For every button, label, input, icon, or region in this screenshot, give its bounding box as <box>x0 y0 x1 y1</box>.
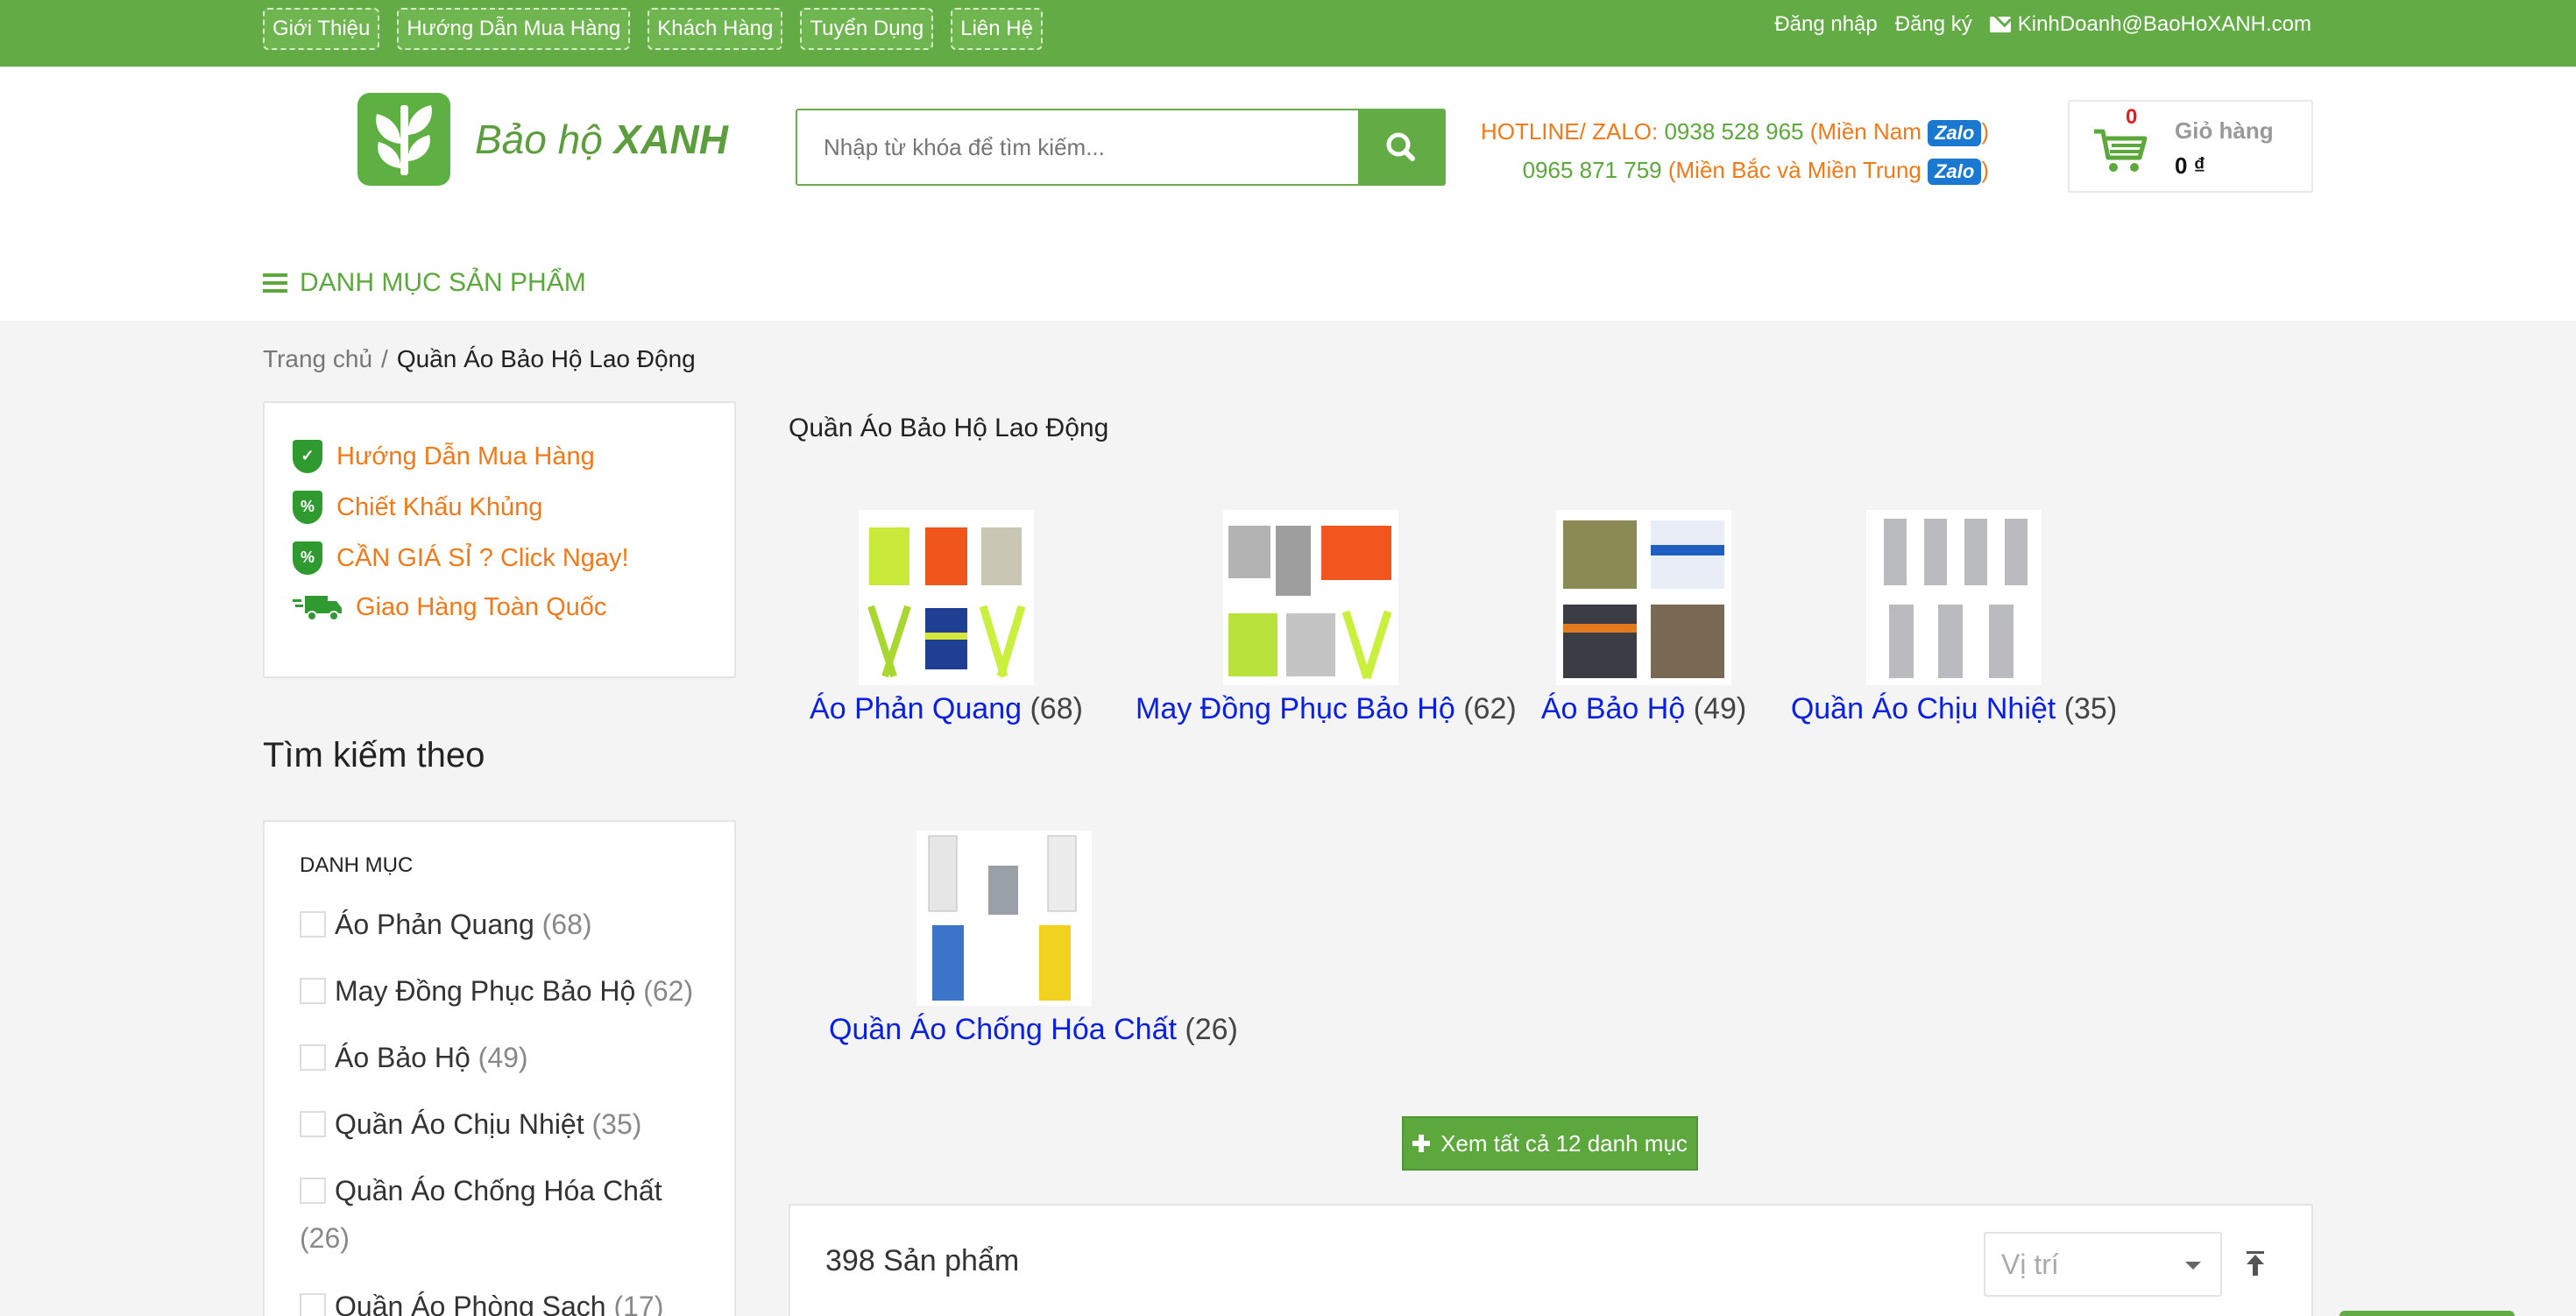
checkbox[interactable] <box>300 1292 326 1316</box>
category-title: Quần Áo Bảo Hộ Lao Động <box>789 414 1109 442</box>
category-link[interactable]: Áo Phản Quang <box>810 692 1022 725</box>
sort-select[interactable]: Vị trí <box>1984 1232 2222 1297</box>
cart-button[interactable]: 0 Giỏ hàng 0 ₫ <box>2068 100 2313 193</box>
breadcrumb-current: Quần Áo Bảo Hộ Lao Động <box>396 345 696 372</box>
checkbox[interactable] <box>300 1044 326 1071</box>
benefits-box: ✓ Hướng Dẫn Mua Hàng % Chiết Khấu Khủng … <box>263 401 736 678</box>
plus-icon <box>1412 1135 1431 1152</box>
login-link[interactable]: Đăng nhập <box>1774 12 1877 37</box>
account-links: Đăng nhập Đăng ký KinhDoanh@BaoHoXANH.co… <box>1774 12 2311 37</box>
filter-heading: DANH MỤC <box>300 853 414 877</box>
toplink-gioi-thieu[interactable]: Giới Thiệu <box>263 8 380 50</box>
toplink-tuyen-dung[interactable]: Tuyển Dụng <box>800 8 934 50</box>
filter-item[interactable]: May Đồng Phục Bảo Hộ (62) <box>300 967 703 1015</box>
sort-direction-arrow-icon[interactable] <box>2245 1251 2266 1276</box>
category-card[interactable]: Áo Bảo Hộ (49) <box>1468 510 1819 726</box>
filter-item[interactable]: Quần Áo Phòng Sạch (17) <box>300 1283 703 1316</box>
zalo-icon: Zalo <box>1928 159 1982 186</box>
breadcrumb-home[interactable]: Trang chủ <box>263 345 372 373</box>
breadcrumb: Trang chủ / Quần Áo Bảo Hộ Lao Động <box>263 345 696 373</box>
shopping-cart-icon <box>2094 129 2148 172</box>
filter-item[interactable]: Quần Áo Chống Hóa Chất (26) <box>300 1167 668 1262</box>
category-link[interactable]: Áo Bảo Hộ <box>1541 692 1685 725</box>
category-card[interactable]: May Đồng Phục Bảo Hộ (62) <box>1136 510 1517 726</box>
toplink-khach-hang[interactable]: Khách Hàng <box>648 8 783 50</box>
cart-label: Giỏ hàng <box>2175 117 2274 144</box>
category-filter-box: DANH MỤC Áo Phản Quang (68) May Đồng Phụ… <box>263 820 736 1316</box>
hotline-block: HOTLINE/ ZALO: 0938 528 965 (Miền Nam Za… <box>1481 112 1989 189</box>
cart-total: 0 ₫ <box>2175 152 2206 179</box>
category-menu-toggle[interactable]: DANH MỤC SẢN PHẨM <box>263 268 586 298</box>
cart-count-badge: 0 <box>2126 105 2138 129</box>
benefit-huong-dan[interactable]: ✓ Hướng Dẫn Mua Hàng <box>293 440 595 473</box>
search-button[interactable] <box>1358 110 1444 184</box>
filter-item[interactable]: Áo Phản Quang (68) <box>300 901 703 948</box>
category-menu-label: DANH MỤC SẢN PHẨM <box>300 268 586 297</box>
top-links: Giới Thiệu Hướng Dẫn Mua Hàng Khách Hàng… <box>263 8 1043 50</box>
toplink-huong-dan[interactable]: Hướng Dẫn Mua Hàng <box>397 8 631 50</box>
email-text: KinhDoanh@BaoHoXANH.com <box>2017 12 2311 36</box>
view-all-categories-button[interactable]: Xem tất cả 12 danh mục <box>1402 1116 1698 1171</box>
zalo-icon: Zalo <box>1928 120 1982 147</box>
shield-check-icon: ✓ <box>293 440 322 473</box>
shield-percent-icon: % <box>293 491 322 524</box>
register-link[interactable]: Đăng ký <box>1895 12 1972 37</box>
filter-item[interactable]: Áo Bảo Hộ (49) <box>300 1034 703 1081</box>
breadcrumb-separator: / <box>381 345 388 372</box>
toplink-lien-he[interactable]: Liên Hệ <box>951 8 1043 50</box>
site-logo[interactable]: Bảo hộ XANH <box>357 93 728 186</box>
top-bar: Giới Thiệu Hướng Dẫn Mua Hàng Khách Hàng… <box>0 0 2576 67</box>
search-icon <box>1386 132 1415 161</box>
benefit-chiet-khau[interactable]: % Chiết Khấu Khủng <box>293 491 542 524</box>
hamburger-icon <box>263 273 287 293</box>
category-thumbnail[interactable] <box>1556 510 1731 685</box>
checkbox[interactable] <box>300 977 326 1004</box>
benefit-gia-si[interactable]: % CẦN GIÁ SỈ ? Click Ngay! <box>293 541 629 575</box>
category-thumbnail[interactable] <box>1223 510 1398 685</box>
checkbox[interactable] <box>300 910 326 937</box>
leaf-logo-icon <box>357 93 450 186</box>
hotline-line-1: HOTLINE/ ZALO: 0938 528 965 (Miền Nam Za… <box>1481 112 1989 151</box>
hotline-phone-1[interactable]: 0938 528 965 <box>1664 118 1803 145</box>
benefit-giao-hang[interactable]: Giao Hàng Toàn Quốc <box>293 592 606 622</box>
category-link[interactable]: May Đồng Phục Bảo Hộ <box>1136 692 1455 725</box>
product-count: 398 Sản phẩm <box>825 1244 1020 1277</box>
delivery-truck-icon <box>293 596 342 621</box>
filter-item[interactable]: Quần Áo Chịu Nhiệt (35) <box>300 1100 703 1148</box>
category-card[interactable]: Quần Áo Chịu Nhiệt (35) <box>1779 510 2129 726</box>
header: Bảo hộ XANH HOTLINE/ ZALO: 0938 528 965 … <box>0 67 2576 321</box>
checkbox[interactable] <box>300 1177 326 1204</box>
search-bar <box>796 109 1446 186</box>
envelope-icon <box>1989 17 2011 32</box>
logo-wordmark: Bảo hộ XANH <box>475 117 728 162</box>
category-card[interactable]: Quần Áo Chống Hóa Chất (26) <box>829 831 1238 1047</box>
category-thumbnail[interactable] <box>859 510 1034 685</box>
search-input[interactable] <box>797 110 1358 184</box>
category-thumbnail[interactable] <box>1866 510 2042 685</box>
checkbox[interactable] <box>300 1110 326 1137</box>
product-toolbar: 398 Sản phẩm Vị trí <box>789 1204 2313 1316</box>
shield-percent-icon: % <box>293 541 322 575</box>
chevron-down-icon <box>2185 1262 2201 1270</box>
floating-chat-tab[interactable] <box>2339 1311 2515 1316</box>
category-card[interactable]: Áo Phản Quang (68) <box>771 510 1122 726</box>
category-link[interactable]: Quần Áo Chịu Nhiệt <box>1791 692 2056 725</box>
hotline-line-2: 0965 871 759 (Miền Bắc và Miền Trung Zal… <box>1481 151 1989 189</box>
email-link[interactable]: KinhDoanh@BaoHoXANH.com <box>1989 12 2311 37</box>
hotline-phone-2[interactable]: 0965 871 759 <box>1523 157 1662 183</box>
category-thumbnail[interactable] <box>916 831 1092 1006</box>
category-link[interactable]: Quần Áo Chống Hóa Chất <box>829 1013 1177 1046</box>
filter-title: Tìm kiếm theo <box>263 736 485 775</box>
